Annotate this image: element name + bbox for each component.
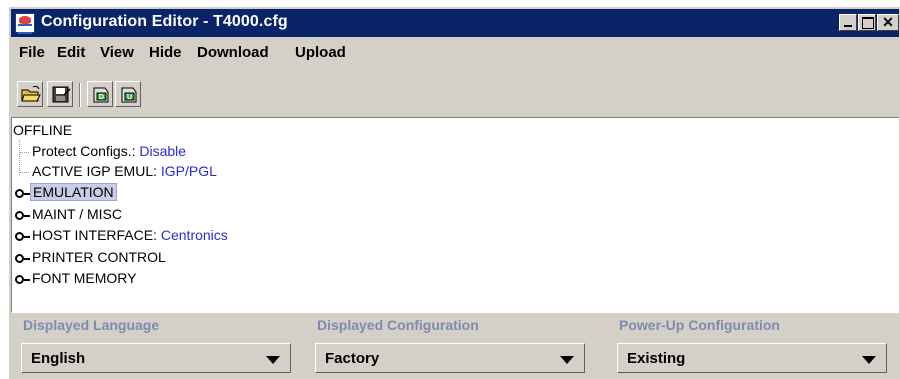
chevron-down-icon	[862, 356, 876, 364]
upload-printer-icon: U	[121, 87, 137, 103]
leaf-label: ACTIVE IGP EMUL:	[32, 163, 161, 179]
expand-handle-icon[interactable]	[15, 189, 30, 198]
leaf-value: IGP/PGL	[160, 163, 217, 179]
powerup-configuration-group: Power-Up Configuration	[619, 317, 780, 333]
title-bar[interactable]: Configuration Editor - T4000.cfg ✕	[11, 9, 899, 37]
node-label: MAINT / MISC	[32, 206, 122, 222]
chevron-down-icon	[560, 356, 574, 364]
menu-upload[interactable]: Upload	[295, 44, 346, 61]
leaf-label: Protect Configs.:	[32, 143, 140, 159]
tree-leaf-protect-configs[interactable]: Protect Configs.: Disable	[19, 143, 186, 159]
config-tree[interactable]: OFFLINE Protect Configs.: Disable ACTIVE…	[11, 117, 899, 313]
tree-node-maint-misc[interactable]: MAINT / MISC	[15, 206, 124, 222]
close-button[interactable]: ✕	[877, 14, 899, 31]
svg-text:U: U	[127, 94, 132, 101]
node-value: Centronics	[160, 227, 228, 243]
tree-node-host-interface[interactable]: HOST INTERFACE: Centronics	[15, 227, 230, 243]
expand-handle-icon[interactable]	[15, 275, 30, 284]
menu-bar: File Edit View Hide Download Upload	[11, 41, 899, 65]
tree-node-emulation[interactable]: EMULATION	[15, 183, 117, 201]
displayed-configuration-label: Displayed Configuration	[317, 317, 479, 333]
node-label-text: HOST INTERFACE:	[32, 227, 161, 243]
expand-handle-icon[interactable]	[15, 232, 30, 241]
menu-view[interactable]: View	[100, 44, 134, 61]
menu-hide[interactable]: Hide	[149, 44, 182, 61]
displayed-configuration-value: Factory	[325, 350, 380, 367]
maximize-button[interactable]	[858, 14, 876, 31]
upload-button[interactable]: U	[115, 81, 141, 107]
menu-edit[interactable]: Edit	[57, 44, 85, 61]
download-printer-icon: D	[93, 87, 109, 103]
powerup-configuration-select[interactable]: Existing	[617, 343, 887, 373]
menu-file[interactable]: File	[19, 44, 45, 61]
displayed-configuration-group: Displayed Configuration	[317, 317, 479, 333]
tree-node-font-memory[interactable]: FONT MEMORY	[15, 270, 139, 286]
app-icon[interactable]	[15, 13, 35, 34]
menu-download[interactable]: Download	[197, 44, 269, 61]
tree-connector	[19, 171, 29, 173]
displayed-configuration-select[interactable]: Factory	[315, 343, 585, 373]
open-folder-icon	[21, 85, 41, 102]
svg-text:D: D	[99, 94, 104, 101]
toolbar: D U	[11, 77, 211, 113]
tree-node-printer-control[interactable]: PRINTER CONTROL	[15, 249, 168, 265]
tree-leaf-active-igp-emul[interactable]: ACTIVE IGP EMUL: IGP/PGL	[19, 163, 217, 179]
displayed-language-group: Displayed Language	[23, 317, 159, 333]
displayed-language-select[interactable]: English	[21, 343, 291, 373]
node-label: PRINTER CONTROL	[32, 249, 166, 265]
node-label: FONT MEMORY	[32, 270, 137, 286]
node-label: HOST INTERFACE: Centronics	[30, 227, 230, 243]
displayed-language-value: English	[31, 350, 86, 367]
save-button[interactable]	[47, 81, 73, 107]
leaf-value: Disable	[139, 143, 187, 159]
configuration-panel: Displayed Language English Displayed Con…	[11, 317, 899, 379]
expand-handle-icon[interactable]	[15, 211, 30, 220]
save-disk-icon	[52, 86, 71, 103]
download-button[interactable]: D	[87, 81, 113, 107]
powerup-configuration-label: Power-Up Configuration	[619, 317, 780, 333]
expand-handle-icon[interactable]	[15, 254, 30, 263]
open-button[interactable]	[17, 81, 43, 107]
powerup-configuration-value: Existing	[627, 350, 686, 367]
toolbar-separator	[79, 83, 81, 107]
minimize-button[interactable]	[839, 14, 857, 31]
window-title: Configuration Editor - T4000.cfg	[41, 13, 288, 30]
tree-root[interactable]: OFFLINE	[13, 122, 72, 138]
chevron-down-icon	[266, 356, 280, 364]
node-label: EMULATION	[30, 183, 117, 201]
config-editor-window: Configuration Editor - T4000.cfg ✕ File …	[8, 6, 900, 379]
displayed-language-label: Displayed Language	[23, 317, 160, 333]
tree-connector	[19, 151, 29, 153]
